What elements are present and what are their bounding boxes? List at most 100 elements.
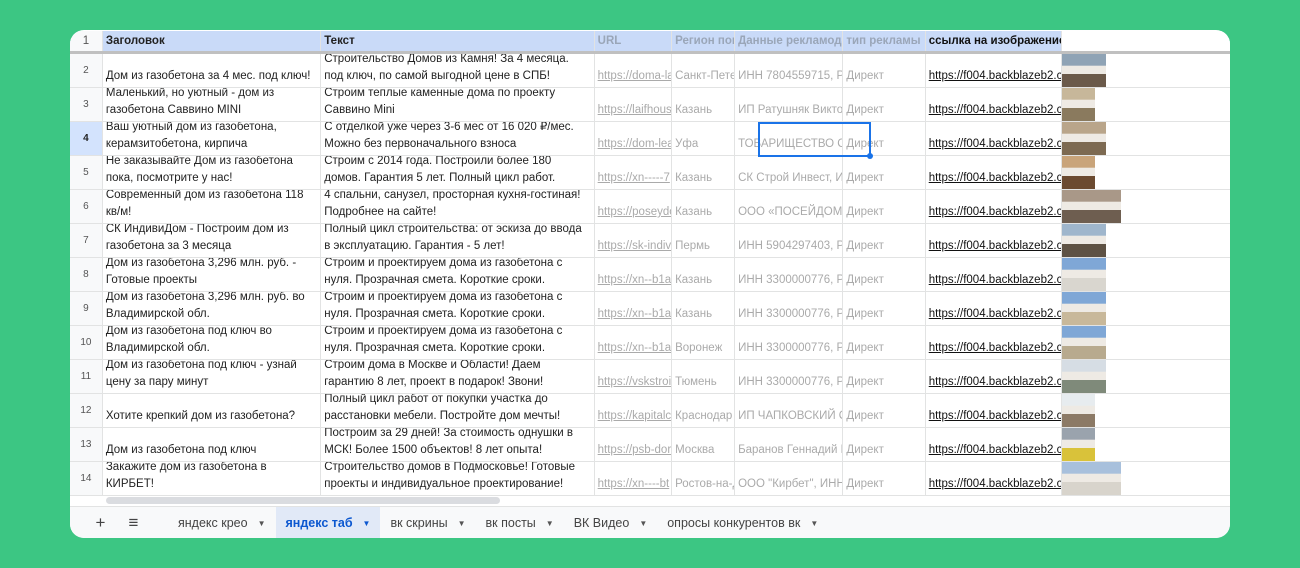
- image-cell[interactable]: [1062, 54, 1230, 87]
- image-link-cell[interactable]: https://f004.backblazeb2.co: [926, 156, 1063, 189]
- row-number[interactable]: 3: [70, 88, 103, 121]
- region-cell[interactable]: Казань: [672, 88, 736, 121]
- image-cell[interactable]: [1062, 156, 1230, 189]
- image-link-cell[interactable]: https://f004.backblazeb2.co: [926, 326, 1063, 359]
- ad-type-cell[interactable]: Директ: [843, 88, 926, 121]
- dropdown-arrow-icon[interactable]: ▼: [810, 519, 818, 528]
- horizontal-scrollbar[interactable]: [104, 496, 1230, 505]
- image-cell[interactable]: [1062, 394, 1230, 427]
- title-cell[interactable]: Современный дом из газобетона 118 кв/м!: [103, 190, 322, 223]
- dropdown-arrow-icon[interactable]: ▼: [639, 519, 647, 528]
- url-cell[interactable]: https://poseydo: [595, 190, 673, 223]
- advertiser-cell[interactable]: ИНН 3300000776, Рек: [735, 360, 844, 393]
- title-cell[interactable]: Закажите дом из газобетона в КИРБЕТ!: [103, 462, 322, 495]
- dropdown-arrow-icon[interactable]: ▼: [546, 519, 554, 528]
- image-link-cell[interactable]: https://f004.backblazeb2.co: [926, 88, 1063, 121]
- advertiser-cell[interactable]: ТОВАРИЩЕСТВО С ОГ: [735, 122, 844, 155]
- url-cell[interactable]: https://xn--b1a: [595, 258, 673, 291]
- add-sheet-icon[interactable]: +: [84, 513, 117, 533]
- column-header-region[interactable]: Регион пока: [672, 31, 736, 51]
- image-link-cell[interactable]: https://f004.backblazeb2.co: [926, 224, 1063, 257]
- region-cell[interactable]: Москва: [672, 428, 736, 461]
- title-cell[interactable]: Дом из газобетона под ключ во Владимирск…: [103, 326, 322, 359]
- title-cell[interactable]: СК ИндивиДом - Построим дом из газобетон…: [103, 224, 322, 257]
- advertiser-cell[interactable]: ИНН 3300000776, Рек: [735, 292, 844, 325]
- region-cell[interactable]: Пермь: [672, 224, 736, 257]
- text-cell[interactable]: Построим за 29 дней! За стоимость однушк…: [321, 428, 595, 461]
- image-link-cell[interactable]: https://f004.backblazeb2.co: [926, 292, 1063, 325]
- row-number[interactable]: 5: [70, 156, 103, 189]
- region-cell[interactable]: Казань: [672, 156, 736, 189]
- advertiser-cell[interactable]: ООО «ПОСЕЙДОМ», И: [735, 190, 844, 223]
- text-cell[interactable]: 4 спальни, санузел, просторная кухня-гос…: [321, 190, 595, 223]
- title-cell[interactable]: Ваш уютный дом из газобетона, керамзитоб…: [103, 122, 322, 155]
- image-cell[interactable]: [1062, 258, 1230, 291]
- ad-type-cell[interactable]: Директ: [843, 156, 926, 189]
- region-cell[interactable]: Санкт-Петер: [672, 54, 736, 87]
- url-cell[interactable]: https://sk-indiv: [595, 224, 673, 257]
- image-link-cell[interactable]: https://f004.backblazeb2.co: [926, 360, 1063, 393]
- ad-type-cell[interactable]: Директ: [843, 122, 926, 155]
- advertiser-cell[interactable]: ИП ЧАПКОВСКИЙ ОЛЕ: [735, 394, 844, 427]
- image-cell[interactable]: [1062, 224, 1230, 257]
- text-cell[interactable]: Строим теплые каменные дома по проекту С…: [321, 88, 595, 121]
- image-cell[interactable]: [1062, 292, 1230, 325]
- title-cell[interactable]: Хотите крепкий дом из газобетона?: [103, 394, 322, 427]
- row-number[interactable]: 12: [70, 394, 103, 427]
- text-cell[interactable]: Строим и проектируем дома из газобетона …: [321, 326, 595, 359]
- image-cell[interactable]: [1062, 122, 1230, 155]
- image-cell[interactable]: [1062, 88, 1230, 121]
- url-cell[interactable]: https://xn--b1a: [595, 326, 673, 359]
- row-number[interactable]: 2: [70, 54, 103, 87]
- scrollbar-thumb[interactable]: [106, 497, 500, 504]
- region-cell[interactable]: Тюмень: [672, 360, 736, 393]
- advertiser-cell[interactable]: СК Строй Инвест, ИНН: [735, 156, 844, 189]
- url-cell[interactable]: https://dom-lea: [595, 122, 673, 155]
- row-number[interactable]: 7: [70, 224, 103, 257]
- title-cell[interactable]: Дом из газобетона 3,296 млн. руб. - Гото…: [103, 258, 322, 291]
- ad-type-cell[interactable]: Директ: [843, 360, 926, 393]
- image-link-cell[interactable]: https://f004.backblazeb2.co: [926, 462, 1063, 495]
- title-cell[interactable]: Маленький, но уютный - дом из газобетона…: [103, 88, 322, 121]
- text-cell[interactable]: Строим дома в Москве и Области! Даем гар…: [321, 360, 595, 393]
- text-cell[interactable]: Строим и проектируем дома из газобетона …: [321, 292, 595, 325]
- url-cell[interactable]: https://laifhous: [595, 88, 673, 121]
- advertiser-cell[interactable]: Баранов Геннадий Ни: [735, 428, 844, 461]
- ad-type-cell[interactable]: Директ: [843, 224, 926, 257]
- region-cell[interactable]: Уфа: [672, 122, 736, 155]
- region-cell[interactable]: Воронеж: [672, 326, 736, 359]
- sheet-tab[interactable]: вк скрины ▼: [380, 507, 475, 538]
- sheet-tab[interactable]: яндекс таб ▼: [275, 507, 381, 538]
- column-header-ad-type[interactable]: тип рекламы: [843, 31, 926, 51]
- advertiser-cell[interactable]: ООО "Кирбет", ИНН 9: [735, 462, 844, 495]
- text-cell[interactable]: Строим и проектируем дома из газобетона …: [321, 258, 595, 291]
- advertiser-cell[interactable]: ИП Ратушняк Виктор: [735, 88, 844, 121]
- title-cell[interactable]: Не заказывайте Дом из газобетона пока, п…: [103, 156, 322, 189]
- image-link-cell[interactable]: https://f004.backblazeb2.co: [926, 428, 1063, 461]
- ad-type-cell[interactable]: Директ: [843, 326, 926, 359]
- advertiser-cell[interactable]: ИНН 3300000776, Рек: [735, 258, 844, 291]
- sheet-tab[interactable]: вк посты ▼: [476, 507, 564, 538]
- ad-type-cell[interactable]: Директ: [843, 190, 926, 223]
- text-cell[interactable]: Полный цикл строительства: от эскиза до …: [321, 224, 595, 257]
- text-cell[interactable]: Полный цикл работ от покупки участка до …: [321, 394, 595, 427]
- region-cell[interactable]: Казань: [672, 190, 736, 223]
- row-number[interactable]: 8: [70, 258, 103, 291]
- title-cell[interactable]: Дом из газобетона 3,296 млн. руб. во Вла…: [103, 292, 322, 325]
- dropdown-arrow-icon[interactable]: ▼: [458, 519, 466, 528]
- url-cell[interactable]: https://psb-dor: [595, 428, 673, 461]
- region-cell[interactable]: Казань: [672, 292, 736, 325]
- sheet-tab[interactable]: ВК Видео ▼: [564, 507, 658, 538]
- row-number[interactable]: 1: [70, 31, 103, 51]
- ad-type-cell[interactable]: Директ: [843, 394, 926, 427]
- url-cell[interactable]: https://xn--b1a: [595, 292, 673, 325]
- url-cell[interactable]: https://vskstroi: [595, 360, 673, 393]
- region-cell[interactable]: Краснодар: [672, 394, 736, 427]
- text-cell[interactable]: С отделкой уже через 3-6 мес от 16 020 ₽…: [321, 122, 595, 155]
- text-cell[interactable]: Строим с 2014 года. Построили более 180 …: [321, 156, 595, 189]
- column-header-text[interactable]: Текст: [321, 31, 595, 51]
- column-header-advertiser[interactable]: Данные рекламодат: [735, 31, 844, 51]
- image-link-cell[interactable]: https://f004.backblazeb2.co: [926, 122, 1063, 155]
- row-number[interactable]: 10: [70, 326, 103, 359]
- image-cell[interactable]: [1062, 360, 1230, 393]
